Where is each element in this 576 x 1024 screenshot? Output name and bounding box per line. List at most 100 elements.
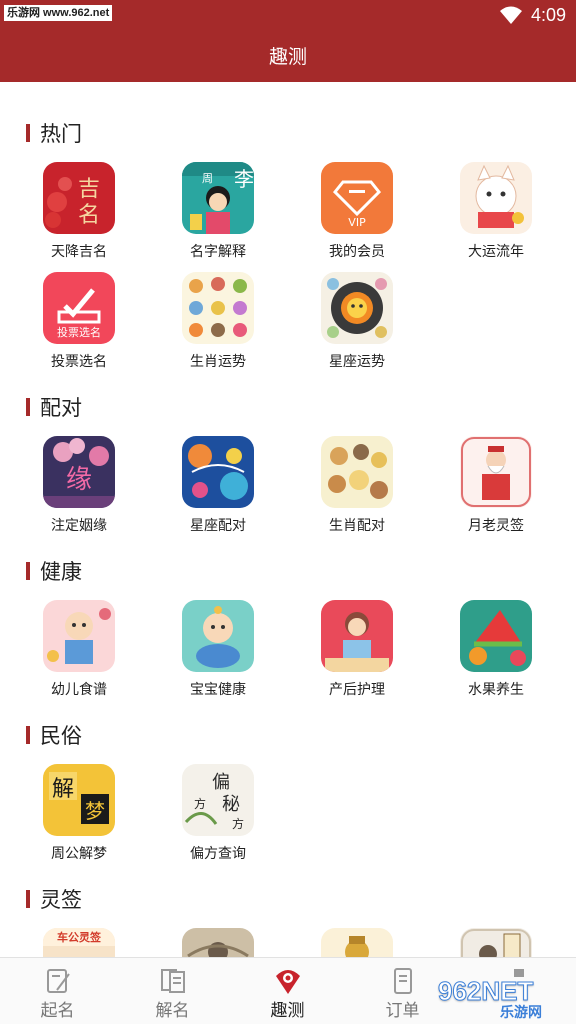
tile-baby-recipe[interactable]: 幼儿食谱 [19, 600, 139, 700]
svg-text:解: 解 [52, 777, 74, 802]
name-analysis-icon [161, 969, 185, 993]
tile-label: 生肖配对 [329, 517, 385, 533]
tile-mingzi-jieshi[interactable]: 周 李 名字解释 [158, 162, 278, 262]
constellation-wheel-icon [321, 272, 393, 344]
tile-label: 产后护理 [329, 681, 385, 697]
tile-golden-deity[interactable] [297, 928, 417, 957]
section-accent-bar [26, 398, 30, 416]
tile-fruit-health[interactable]: 水果养生 [436, 600, 556, 700]
lingqian-icon-text: 车公灵签 [57, 930, 102, 944]
tile-zodiac-pair[interactable]: 生肖配对 [297, 436, 417, 536]
tile-baby-health[interactable]: 宝宝健康 [158, 600, 278, 700]
svg-text:方: 方 [232, 816, 244, 831]
section-header: 健康 [26, 558, 82, 584]
tile-yuelao[interactable]: 月老灵签 [436, 436, 556, 536]
watermark-site-name: 乐游网 [500, 1004, 542, 1020]
baby-health-icon [182, 600, 254, 672]
postpartum-care-icon [321, 600, 393, 672]
vote-icon: 投票选名 [43, 272, 115, 344]
vote-icon-text: 投票选名 [57, 325, 101, 339]
fate-marriage-icon: 缘 [43, 436, 115, 508]
svg-text:梦: 梦 [85, 799, 105, 823]
svg-text:偏: 偏 [212, 772, 230, 793]
tile-constellation-fortune[interactable]: 星座运势 [297, 272, 417, 372]
svg-text:周: 周 [202, 172, 213, 185]
fruit-health-icon [460, 600, 532, 672]
tianjiang-jiming-icon: 吉 名 [43, 162, 115, 234]
nav-label: 解名 [155, 1001, 190, 1020]
section-header: 配对 [26, 394, 82, 420]
tile-tianjiang-jiming[interactable]: 吉 名 天降吉名 [19, 162, 139, 262]
vip-text: VIP [348, 216, 366, 229]
tile-label: 注定姻缘 [51, 517, 107, 533]
section-accent-bar [26, 890, 30, 908]
tile-dream-interpretation[interactable]: 解 梦 周公解梦 [19, 764, 139, 864]
tile-chegong-lingqian[interactable]: 车公灵签 [19, 928, 139, 957]
lvzu-icon [460, 928, 532, 957]
tile-label: 大运流年 [468, 243, 524, 259]
status-bar-right: 4:09 [499, 4, 566, 26]
tile-label: 我的会员 [329, 243, 385, 259]
section-title: 配对 [40, 397, 82, 420]
section-accent-bar [26, 562, 30, 580]
tile-constellation-pair[interactable]: 星座配对 [158, 436, 278, 536]
tile-vote[interactable]: 投票选名 投票选名 [19, 272, 139, 372]
golden-deity-icon [321, 928, 393, 957]
vip-member-icon: VIP [321, 162, 393, 234]
tile-label: 星座配对 [190, 517, 246, 533]
tile-zodiac-fortune[interactable]: 生肖运势 [158, 272, 278, 372]
tile-label: 偏方查询 [190, 845, 246, 861]
tile-vip-member[interactable]: VIP 我的会员 [297, 162, 417, 262]
svg-text:缘: 缘 [66, 465, 92, 495]
nav-item-jieming[interactable]: 解名 [115, 958, 230, 1024]
nav-label: 起名 [40, 1001, 75, 1020]
tile-label: 幼儿食谱 [51, 681, 107, 697]
section-title: 健康 [40, 561, 82, 584]
svg-text:名: 名 [78, 203, 100, 228]
svg-text:李: 李 [234, 167, 254, 191]
yuelao-icon [460, 436, 532, 508]
mingzi-jieshi-icon: 周 李 [182, 162, 254, 234]
content-area[interactable]: 热门 吉 名 天降吉名 周 李 名字解释 VIP 我的会员 大运流年 投票选名 … [0, 82, 576, 957]
nav-label: 趣测 [270, 1001, 305, 1020]
svg-text:秘: 秘 [222, 794, 240, 815]
tile-label: 水果养生 [468, 681, 524, 697]
section-accent-bar [26, 726, 30, 744]
folk-remedy-icon: 偏 秘 方 方 [182, 764, 254, 836]
dream-interpretation-icon: 解 梦 [43, 764, 115, 836]
zodiac-animals-icon [182, 272, 254, 344]
lingqian-painting-icon [182, 928, 254, 957]
site-watermark: 962NET 乐游网 [437, 976, 568, 1024]
section-title: 热门 [40, 123, 82, 146]
lucky-cat-icon [460, 162, 532, 234]
tile-dayun-liunian[interactable]: 大运流年 [436, 162, 556, 262]
nav-item-quce[interactable]: 趣测 [230, 958, 345, 1024]
zodiac-pair-icon [321, 436, 393, 508]
status-time: 4:09 [530, 4, 566, 25]
tile-lvzu[interactable] [436, 928, 556, 957]
section-header: 灵签 [26, 886, 82, 912]
order-icon [394, 968, 412, 994]
section-header: 民俗 [26, 722, 82, 748]
bottom-navigation: 起名 解名 趣测 订单 962NET 乐游网 [0, 957, 576, 1024]
tile-lingqian-painting[interactable] [158, 928, 278, 957]
nav-item-qiming[interactable]: 起名 [0, 958, 115, 1024]
guanyin-lingqian-icon: 车公灵签 [43, 928, 115, 957]
section-title: 灵签 [40, 889, 82, 912]
section-header: 热门 [26, 120, 82, 146]
section-title: 民俗 [40, 725, 82, 748]
svg-text:吉: 吉 [78, 177, 100, 202]
baby-recipe-icon [43, 600, 115, 672]
tile-label: 名字解释 [190, 243, 246, 259]
tile-folk-remedy[interactable]: 偏 秘 方 方 偏方查询 [158, 764, 278, 864]
fortune-test-icon [276, 970, 300, 994]
app-header: 乐游网 www.962.net 4:09 趣测 [0, 0, 576, 82]
section-accent-bar [26, 124, 30, 142]
status-watermark: 乐游网 www.962.net [4, 5, 113, 21]
tile-fate-marriage[interactable]: 缘 注定姻缘 [19, 436, 139, 536]
svg-text:方: 方 [194, 796, 206, 811]
tile-label: 天降吉名 [51, 243, 107, 259]
tile-postpartum-care[interactable]: 产后护理 [297, 600, 417, 700]
name-giving-icon [47, 969, 70, 993]
constellation-pair-icon [182, 436, 254, 508]
